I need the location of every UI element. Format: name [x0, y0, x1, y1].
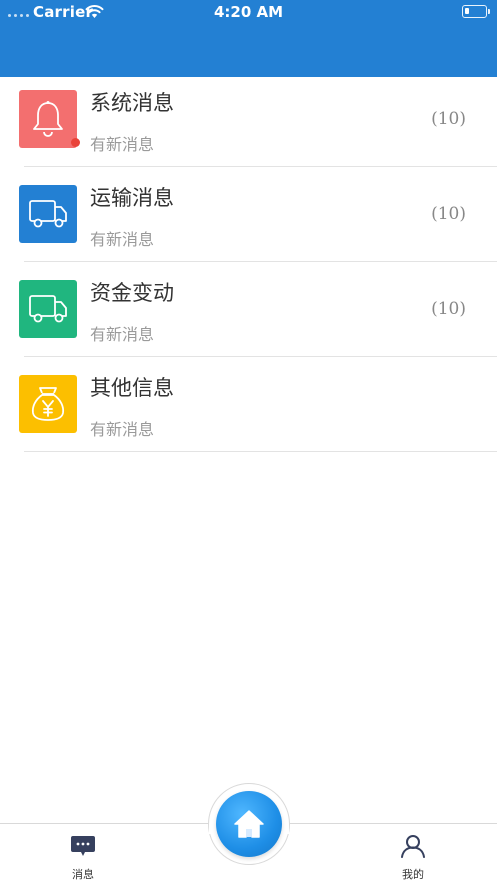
list-item-subtitle: 有新消息: [90, 420, 155, 439]
transport-message-tile: [19, 185, 77, 243]
list-item-other-info[interactable]: 其他信息 有新消息: [0, 357, 497, 452]
tab-messages[interactable]: 消息: [53, 834, 113, 882]
truck-icon: [29, 200, 67, 228]
battery-icon: [462, 5, 490, 18]
fund-change-tile: [19, 280, 77, 338]
message-count: (10): [431, 299, 466, 319]
divider: [24, 451, 497, 452]
tab-profile[interactable]: 我的: [383, 834, 443, 882]
home-button[interactable]: [216, 791, 282, 857]
list-item-transport-messages[interactable]: 运输消息 有新消息 (10): [0, 167, 497, 262]
list-item-title: 系统消息: [90, 91, 174, 115]
navigation-header: Carrier 4:20 AM: [0, 0, 497, 77]
list-item-fund-changes[interactable]: 资金变动 有新消息 (10): [0, 262, 497, 357]
system-message-tile: [19, 90, 77, 148]
message-list: 系统消息 有新消息 (10) 运输消息 有新消息 (10) 资金变动 有新消息 …: [0, 77, 497, 452]
money-bag-icon: [31, 387, 65, 421]
list-item-title: 资金变动: [90, 281, 174, 305]
clock-label: 4:20 AM: [213, 3, 284, 21]
status-bar: Carrier 4:20 AM: [0, 0, 497, 24]
bell-icon: [33, 101, 63, 137]
message-count: (10): [431, 109, 466, 129]
tab-messages-label: 消息: [72, 868, 94, 881]
chat-bubble-icon: [71, 836, 95, 856]
other-info-tile: [19, 375, 77, 433]
user-icon: [401, 835, 425, 858]
list-item-subtitle: 有新消息: [90, 325, 155, 344]
list-item-subtitle: 有新消息: [90, 135, 155, 154]
list-item-subtitle: 有新消息: [90, 230, 155, 249]
list-item-title: 其他信息: [90, 376, 174, 400]
message-count: (10): [431, 204, 466, 224]
unread-dot: [71, 138, 80, 147]
home-icon: [234, 810, 264, 838]
tab-profile-label: 我的: [402, 868, 424, 881]
list-item-system-messages[interactable]: 系统消息 有新消息 (10): [0, 77, 497, 167]
list-item-title: 运输消息: [90, 186, 174, 210]
truck-icon: [29, 295, 67, 323]
